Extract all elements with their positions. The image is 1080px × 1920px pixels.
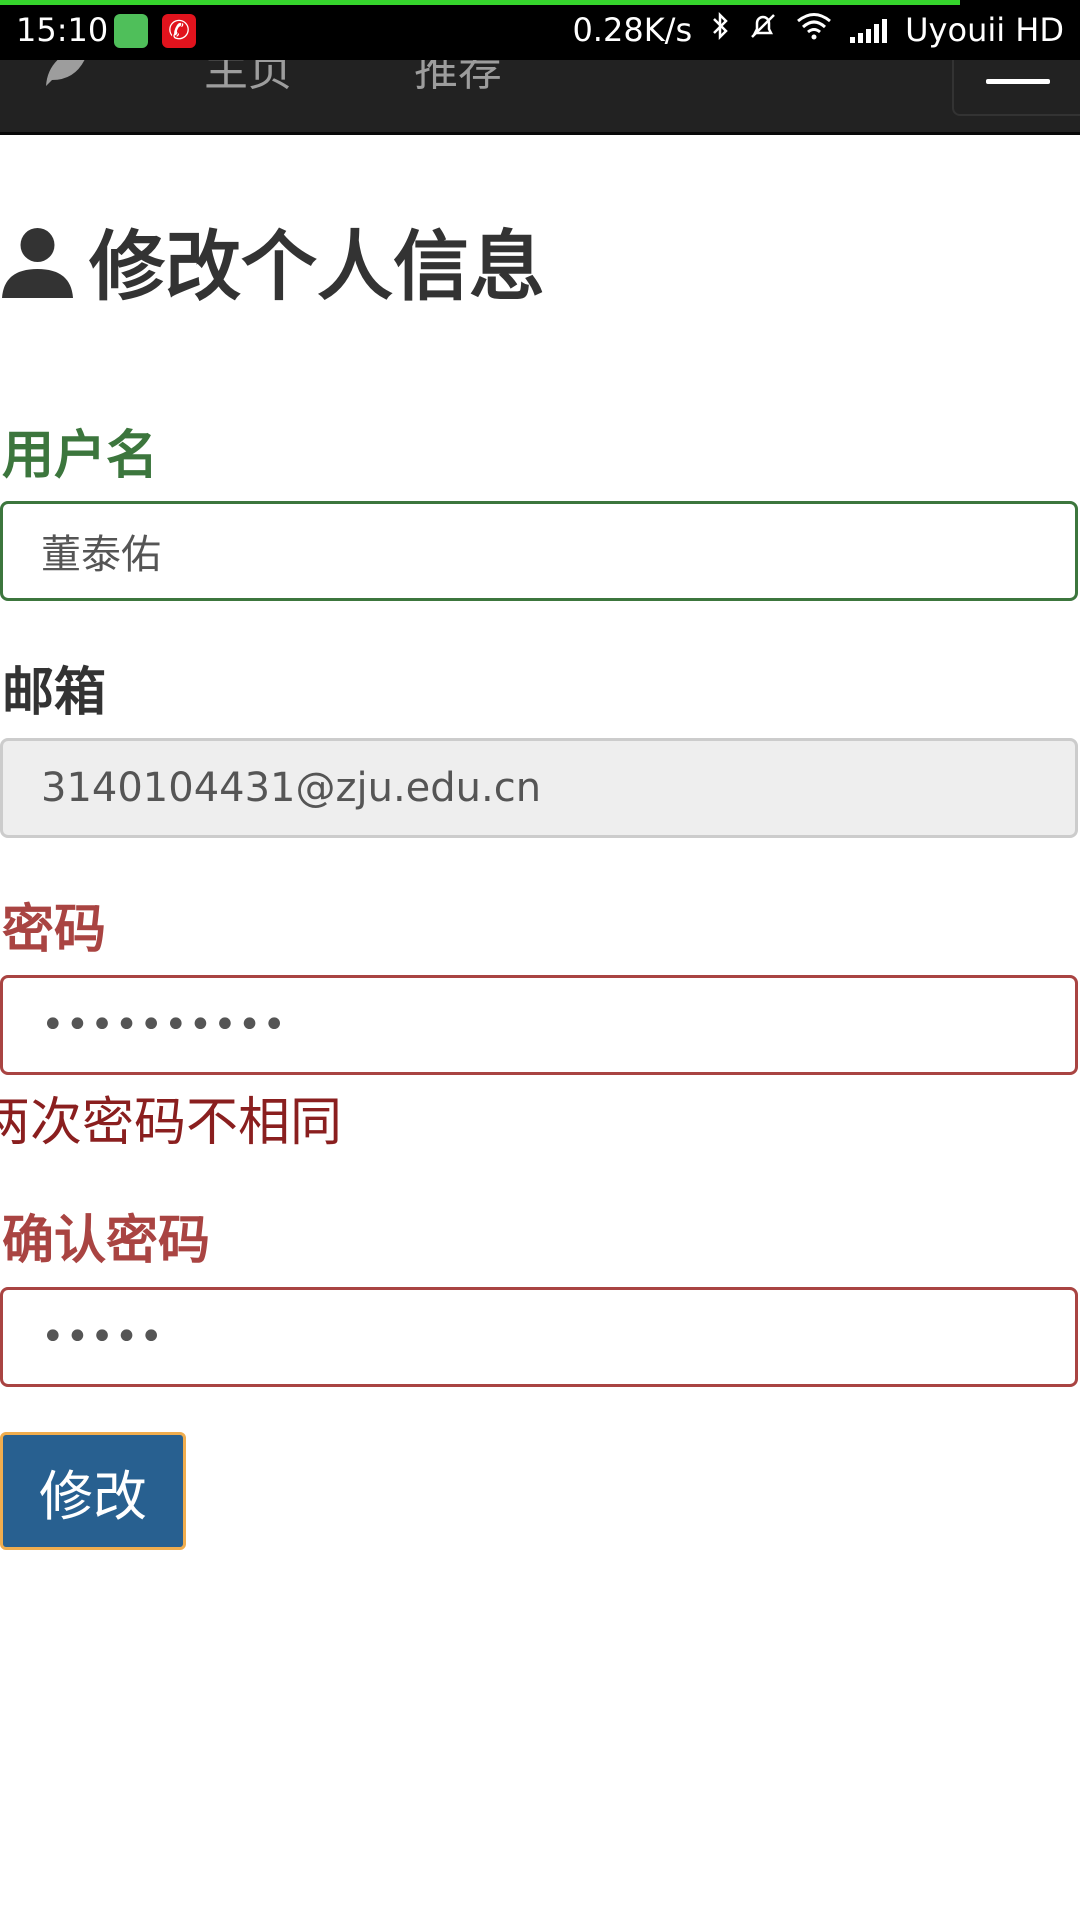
nav-link-home[interactable]: 主页 [204, 60, 292, 98]
email-input [0, 738, 1078, 838]
page-title-text: 修改个人信息 [89, 222, 545, 311]
username-input[interactable] [0, 501, 1078, 601]
hamburger-icon [986, 79, 1050, 84]
confirm-password-label: 确认密码 [2, 1211, 211, 1271]
menu-toggle-button[interactable] [952, 60, 1080, 116]
password-input[interactable]: •••••••••• [0, 975, 1078, 1075]
email-label: 邮箱 [2, 663, 107, 723]
top-navbar: 主页 推荐 [0, 60, 1080, 135]
page-title: 修改个人信息 [0, 215, 545, 311]
net-speed: 0.28K/s [572, 11, 693, 49]
nav-link-recommend[interactable]: 推荐 [414, 60, 502, 98]
android-icon [114, 14, 148, 48]
password-label: 密码 [2, 900, 107, 960]
confirm-password-input[interactable]: ••••• [0, 1287, 1078, 1387]
netease-music-icon: ✆ [162, 14, 196, 48]
user-icon [2, 227, 73, 298]
mute-icon [748, 11, 778, 49]
signal-icon [850, 17, 888, 43]
wifi-icon [796, 12, 832, 48]
username-label: 用户名 [2, 426, 159, 486]
status-bar: 15:10 ✆ 0.28K/s Uyouii HD [0, 0, 1080, 60]
page-load-progress [0, 0, 960, 5]
leaf-logo-icon[interactable] [38, 60, 98, 94]
submit-button[interactable]: 修改 [0, 1432, 186, 1550]
bluetooth-icon [710, 11, 730, 49]
status-time: 15:10 [16, 11, 109, 49]
password-error-message: 两次密码不相同 [0, 1093, 343, 1153]
carrier-name: Uyouii HD [905, 11, 1064, 49]
